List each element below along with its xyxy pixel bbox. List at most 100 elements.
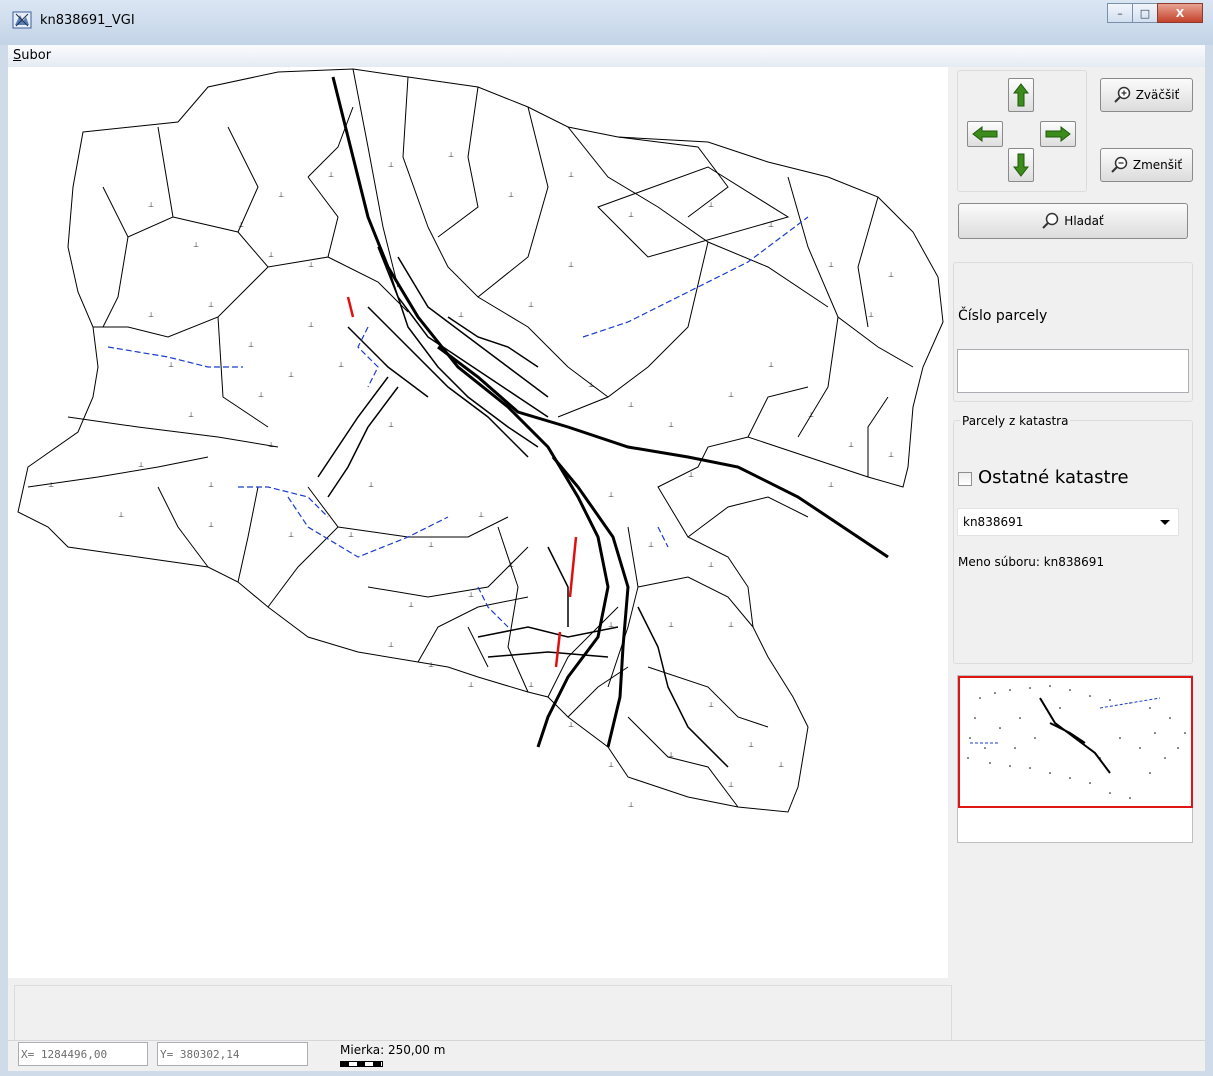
- pan-down-button[interactable]: [1008, 148, 1034, 182]
- svg-text:⊥: ⊥: [288, 531, 294, 539]
- svg-text:⊥: ⊥: [828, 261, 834, 269]
- svg-text:⊥: ⊥: [388, 421, 394, 429]
- other-cadastres-label[interactable]: Ostatné katastre: [978, 467, 1129, 488]
- bottom-panel: [14, 985, 952, 1041]
- svg-text:⊥: ⊥: [628, 211, 634, 219]
- cadastral-map: ⊥⊥⊥ ⊥⊥⊥ ⊥⊥⊥ ⊥⊥⊥ ⊥⊥⊥ ⊥⊥⊥ ⊥⊥⊥ ⊥⊥⊥ ⊥⊥⊥ ⊥⊥⊥ …: [17, 68, 944, 813]
- pan-left-button[interactable]: [967, 121, 1003, 147]
- parcel-number-label: Číslo parcely: [958, 308, 1048, 324]
- svg-text:⊥: ⊥: [568, 721, 574, 729]
- svg-text:⊥: ⊥: [888, 271, 894, 279]
- menu-file[interactable]: Subor: [13, 48, 51, 63]
- y-coordinate-field: Y= 380302,14: [157, 1042, 308, 1066]
- scale-bar: [340, 1061, 383, 1067]
- map-boundary: [17, 68, 944, 813]
- app-icon: [12, 11, 32, 29]
- svg-text:⊥: ⊥: [208, 521, 214, 529]
- svg-text:⊥: ⊥: [688, 471, 694, 479]
- svg-text:⊥: ⊥: [528, 681, 534, 689]
- maximize-button[interactable]: □: [1132, 3, 1158, 23]
- svg-text:⊥: ⊥: [338, 361, 344, 369]
- svg-text:⊥: ⊥: [468, 681, 474, 689]
- search-label: Hladať: [1064, 214, 1104, 228]
- zoom-out-label: Zmenšiť: [1132, 158, 1183, 172]
- zoom-in-label: Zväčšiť: [1135, 88, 1180, 102]
- close-button[interactable]: X: [1157, 3, 1203, 23]
- svg-text:⊥: ⊥: [608, 761, 614, 769]
- svg-text:⊥: ⊥: [668, 751, 674, 759]
- svg-text:⊥: ⊥: [148, 311, 154, 319]
- svg-text:⊥: ⊥: [748, 741, 754, 749]
- x-coordinate-field: X= 1284496,00: [18, 1042, 148, 1066]
- parcel-number-input[interactable]: [957, 349, 1189, 393]
- main-road: [331, 76, 610, 748]
- cadastre-group-title: Parcely z katastra: [960, 414, 1071, 428]
- svg-text:⊥: ⊥: [568, 171, 574, 179]
- svg-text:⊥: ⊥: [288, 371, 294, 379]
- svg-text:⊥: ⊥: [668, 421, 674, 429]
- svg-text:⊥: ⊥: [468, 591, 474, 599]
- svg-text:⊥: ⊥: [728, 391, 734, 399]
- search-button[interactable]: Hladať: [958, 203, 1188, 239]
- arrow-up-icon: [1013, 83, 1029, 107]
- svg-text:⊥: ⊥: [568, 261, 574, 269]
- svg-text:⊥: ⊥: [828, 481, 834, 489]
- svg-text:⊥: ⊥: [628, 801, 634, 809]
- pan-up-button[interactable]: [1008, 78, 1034, 112]
- svg-text:⊥: ⊥: [168, 361, 174, 369]
- svg-text:⊥: ⊥: [148, 201, 154, 209]
- river: [107, 346, 243, 368]
- svg-text:⊥: ⊥: [588, 381, 594, 389]
- maximize-icon: □: [1139, 6, 1151, 20]
- svg-text:⊥: ⊥: [188, 411, 194, 419]
- svg-text:⊥: ⊥: [368, 481, 374, 489]
- svg-text:⊥: ⊥: [308, 321, 314, 329]
- svg-text:⊥: ⊥: [193, 241, 199, 249]
- overview-map[interactable]: [958, 676, 1193, 808]
- svg-text:⊥: ⊥: [408, 601, 414, 609]
- svg-text:⊥: ⊥: [388, 641, 394, 649]
- close-icon: X: [1175, 6, 1185, 20]
- chevron-down-icon: [1160, 520, 1170, 525]
- arrow-down-icon: [1013, 153, 1029, 177]
- menu-file-label: ubor: [21, 48, 52, 63]
- svg-text:⊥: ⊥: [508, 561, 514, 569]
- minimize-button[interactable]: –: [1107, 3, 1133, 23]
- pan-right-button[interactable]: [1040, 121, 1076, 147]
- svg-text:⊥: ⊥: [448, 151, 454, 159]
- svg-text:⊥: ⊥: [868, 311, 874, 319]
- svg-text:⊥: ⊥: [118, 511, 124, 519]
- menu-bar: Subor: [8, 45, 1205, 68]
- svg-text:⊥: ⊥: [238, 221, 244, 229]
- zoom-in-button[interactable]: Zväčšiť: [1100, 78, 1193, 112]
- svg-text:⊥: ⊥: [608, 621, 614, 629]
- cadastre-select[interactable]: kn838691: [957, 508, 1179, 536]
- svg-text:⊥: ⊥: [508, 191, 514, 199]
- svg-text:⊥: ⊥: [628, 401, 634, 409]
- svg-text:⊥: ⊥: [478, 511, 484, 519]
- title-bar: kn838691_VGI – □ X: [0, 0, 1213, 45]
- zoom-out-button[interactable]: Zmenšiť: [1100, 148, 1193, 182]
- svg-text:⊥: ⊥: [48, 481, 54, 489]
- svg-text:⊥: ⊥: [708, 201, 714, 209]
- map-canvas[interactable]: ⊥ ⊥ ⊥ ⊥ ⊥ ⊥ ⊥ ⊥ ⊥ ⊥ ⊥ ⊥ ⊥ ⊥ ⊥ ⊥ ⊥ ⊥ ⊥ ⊥ ⊥ ⊥ ⊥ ⊥ ⊥ ⊥ ⊥ ⊥ ⊥ ⊥ …: [8, 67, 948, 978]
- cadastre-group: [953, 420, 1193, 664]
- svg-text:⊥: ⊥: [208, 481, 214, 489]
- svg-text:⊥: ⊥: [768, 221, 774, 229]
- arrow-left-icon: [972, 126, 998, 142]
- svg-text:⊥: ⊥: [848, 441, 854, 449]
- svg-text:⊥: ⊥: [328, 171, 334, 179]
- svg-text:⊥: ⊥: [348, 531, 354, 539]
- svg-text:⊥: ⊥: [728, 781, 734, 789]
- scale-label: Mierka: 250,00 m: [340, 1043, 446, 1057]
- overview-map-drawing: [967, 685, 1186, 799]
- svg-text:⊥: ⊥: [268, 251, 274, 259]
- minimize-icon: –: [1117, 6, 1123, 20]
- svg-text:⊥: ⊥: [608, 491, 614, 499]
- magnifier-icon: [1042, 212, 1059, 229]
- svg-text:⊥: ⊥: [728, 621, 734, 629]
- svg-text:⊥: ⊥: [778, 761, 784, 769]
- svg-text:⊥: ⊥: [308, 261, 314, 269]
- file-name-label: Meno súboru: kn838691: [958, 555, 1105, 569]
- other-cadastres-checkbox[interactable]: [958, 472, 972, 486]
